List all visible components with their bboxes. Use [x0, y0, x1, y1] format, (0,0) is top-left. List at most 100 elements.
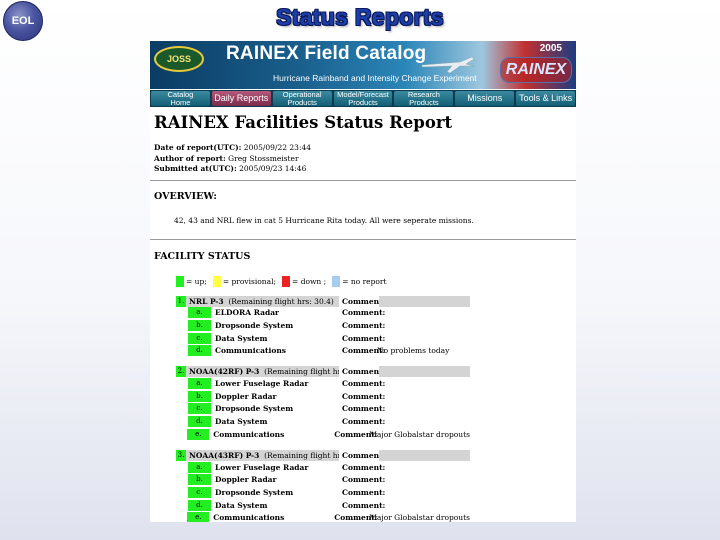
catalog-nav-bar: Catalog Home Daily Reports Operational Pro…	[150, 90, 576, 107]
legend-label: = no report	[342, 276, 387, 286]
nav-button[interactable]: Catalog Home	[151, 91, 210, 106]
system-row: d. Communications Comment: No problems toda…	[176, 345, 470, 358]
report-title: RAINEX Facilities Status Report	[154, 113, 453, 132]
system-status-letter: d.	[188, 416, 211, 428]
nav-button[interactable]: Missions	[455, 91, 515, 106]
facility-name-cell: NOAA(43RF) P-3 (Remaining flight hrs: ~6…	[186, 451, 339, 460]
report-submitted-value: 2005/09/23 14:46	[239, 164, 307, 173]
system-comment: No problems today	[377, 346, 450, 356]
rainex-logo: RAINEX	[500, 57, 572, 83]
nav-button[interactable]: Research Products	[394, 91, 454, 106]
system-row: c. Data System Comment:	[176, 332, 470, 345]
system-row: b. Doppler Radar Comment:	[176, 390, 470, 403]
report-content: RAINEX Facilities Status Report Date of …	[150, 113, 576, 522]
facility-flight-hours: (Remaining flight hrs: 30.4)	[228, 296, 334, 306]
browser-page-screenshot: JOSS RAINEX Field Catalog Hurricane Rain…	[150, 41, 576, 522]
divider	[150, 179, 576, 181]
facility-comment	[379, 366, 470, 378]
system-name: Communications	[213, 429, 285, 439]
legend-label: = up;	[186, 276, 207, 286]
nav-button[interactable]: Operational Products	[272, 91, 332, 106]
system-name: Data System	[215, 500, 268, 510]
system-row: a. ELDORA Radar Comment:	[176, 307, 470, 320]
comment-label: Comment:	[342, 500, 386, 510]
legend-item: = provisional;	[212, 275, 276, 287]
comment-label: Comment:	[339, 295, 385, 307]
system-row: c. Dropsonde System Comment:	[176, 486, 470, 499]
legend-item: = no report	[332, 275, 387, 287]
system-status-letter: b.	[188, 320, 211, 332]
facility-status-heading: FACILITY STATUS	[154, 250, 251, 262]
system-status-letter: d.	[188, 499, 211, 511]
facility-header-row: 1. NRL P-3 (Remaining flight hrs: 30.4) Co…	[176, 295, 470, 307]
facility-name-cell: NOAA(42RF) P-3 (Remaining flight hrs: 90…	[186, 367, 339, 376]
system-status-letter: a.	[188, 307, 211, 319]
overview-heading: OVERVIEW:	[154, 190, 217, 202]
facility-comment	[379, 295, 470, 307]
nav-button[interactable]: Daily Reports	[211, 91, 271, 106]
facility-list: 1. NRL P-3 (Remaining flight hrs: 30.4) Co…	[154, 295, 574, 522]
overview-text: 42, 43 and NRL flew in cat 5 Hurricane R…	[174, 215, 474, 225]
system-row: d. Data System Comment:	[176, 499, 470, 512]
system-status-letter: a.	[188, 461, 211, 473]
system-comment: Major Globalstar dropouts	[369, 513, 470, 522]
comment-label: Comment:	[342, 308, 386, 318]
system-status-letter: c.	[188, 332, 211, 344]
system-name: Communications	[215, 346, 287, 356]
system-name: Doppler Radar	[215, 391, 277, 401]
comment-label: Comment:	[334, 513, 378, 522]
comment-label: Comment:	[342, 379, 386, 389]
joss-logo: JOSS	[154, 46, 204, 72]
system-status-letter: b.	[188, 474, 211, 486]
comment-label: Comment:	[342, 462, 386, 472]
system-row: c. Dropsonde System Comment:	[176, 403, 470, 416]
comment-label: Comment:	[342, 321, 386, 331]
system-status-letter: b.	[188, 390, 211, 402]
system-status-letter: c.	[188, 486, 211, 498]
system-row: a. Lower Fuselage Radar Comment:	[176, 377, 470, 390]
system-row: b. Dropsonde System Comment:	[176, 319, 470, 332]
legend-swatch	[332, 275, 341, 287]
airplane-icon	[421, 56, 475, 74]
system-name: Dropsonde System	[215, 321, 294, 331]
report-submitted: Submitted at(UTC): 2005/09/23 14:46	[154, 164, 574, 175]
system-name: Dropsonde System	[215, 404, 294, 414]
facility-flight-hours: (Remaining flight hrs: ~61)	[264, 450, 339, 460]
report-date-value: 2005/09/22 23:44	[243, 143, 312, 152]
comment-label: Comment:	[342, 391, 386, 401]
report-submitted-label: Submitted at(UTC):	[154, 164, 237, 173]
system-name: Lower Fuselage Radar	[215, 379, 309, 389]
nav-button[interactable]: Model/Forecast Products	[333, 91, 393, 106]
system-name: Communications	[213, 513, 285, 522]
system-status-letter: d.	[188, 345, 211, 357]
comment-label: Comment:	[334, 429, 378, 439]
facility-status-number: 3.	[176, 449, 186, 461]
system-comment: Major Globalstar dropouts	[369, 429, 470, 439]
system-name: ELDORA Radar	[215, 308, 280, 318]
divider	[150, 238, 576, 240]
legend-swatch	[212, 275, 221, 287]
catalog-banner: JOSS RAINEX Field Catalog Hurricane Rain…	[150, 41, 576, 89]
legend-label: = down ;	[292, 276, 327, 286]
report-author-value: Greg Stossmeister	[228, 153, 299, 163]
report-date-label: Date of report(UTC):	[154, 143, 242, 152]
system-row: e. Communications Comment: Major Globalstar…	[176, 428, 470, 441]
nav-button[interactable]: Tools & Links	[516, 91, 576, 106]
status-legend: = up; = provisional; = down ; = no report	[176, 275, 574, 287]
report-author: Author of report: Greg Stossmeister	[154, 154, 574, 165]
legend-item: = down ;	[282, 275, 327, 287]
facility-name: NOAA(43RF) P-3	[189, 450, 260, 460]
facility-comment	[379, 449, 470, 461]
system-status-letter: a.	[188, 378, 211, 390]
facility-flight-hours: (Remaining flight hrs: 90)	[264, 367, 339, 377]
facility-status-number: 2.	[176, 366, 186, 378]
facility-block: 2.NOAA(42RF) P-3 (Remaining flight hrs: …	[176, 366, 470, 440]
facility-block: 3.NOAA(43RF) P-3 (Remaining flight hrs: …	[176, 449, 470, 522]
comment-label: Comment:	[342, 404, 386, 414]
facility-header-row: 3.NOAA(43RF) P-3 (Remaining flight hrs: …	[176, 449, 470, 461]
facility-block: 1. NRL P-3 (Remaining flight hrs: 30.4) Co…	[176, 295, 470, 358]
system-name: Data System	[215, 417, 268, 427]
system-name: Dropsonde System	[215, 487, 294, 497]
legend-swatch	[282, 275, 291, 287]
system-name: Lower Fuselage Radar	[215, 462, 309, 472]
